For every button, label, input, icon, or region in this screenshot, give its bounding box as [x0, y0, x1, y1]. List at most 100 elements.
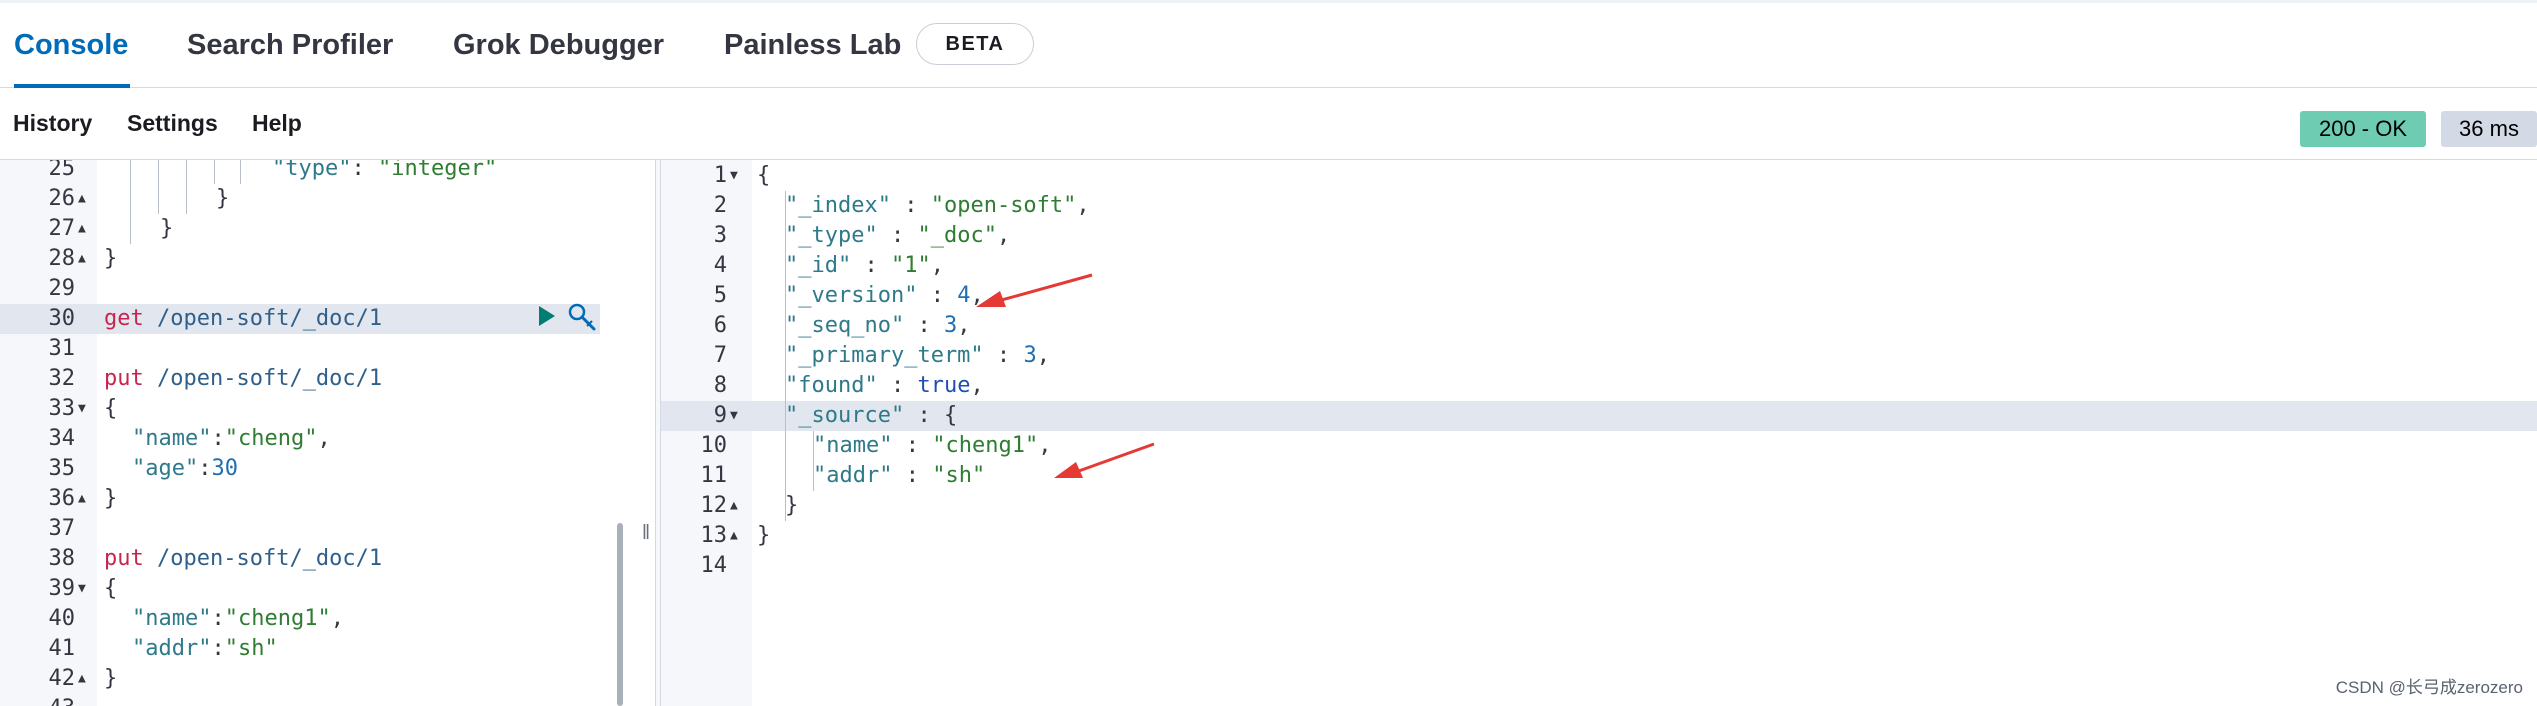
code-token: : — [904, 313, 944, 338]
code-line[interactable]: } — [757, 521, 770, 551]
settings-menu-item[interactable]: Settings — [127, 88, 218, 159]
line-number: 28 — [48, 246, 76, 271]
code-line[interactable]: { — [104, 574, 117, 604]
code-line[interactable]: "name":"cheng", — [132, 424, 331, 454]
fold-toggle-up-icon[interactable]: ▲ — [730, 521, 738, 551]
line-number: 1 — [713, 163, 727, 188]
fold-toggle-up-icon[interactable]: ▲ — [730, 491, 738, 521]
code-line[interactable]: "_seq_no" : 3, — [785, 311, 970, 341]
code-token: "sh" — [224, 636, 278, 661]
code-line[interactable]: { — [757, 161, 770, 191]
code-line[interactable]: } — [104, 244, 117, 274]
line-number: 32 — [48, 366, 76, 391]
code-token: } — [104, 666, 118, 691]
line-number: 30 — [48, 306, 76, 331]
code-token: 3 — [943, 313, 958, 338]
code-line[interactable]: "name" : "cheng1", — [813, 431, 1051, 461]
play-icon[interactable] — [537, 304, 557, 328]
tab-console[interactable]: Console — [14, 3, 131, 88]
request-scrollbar[interactable] — [617, 523, 623, 706]
watermark: CSDN @长弓成zerozero — [2335, 678, 2523, 697]
code-token: "name" — [813, 433, 893, 458]
code-token: "sh" — [932, 463, 986, 488]
fold-toggle-up-icon[interactable]: ▲ — [78, 214, 86, 244]
code-token: } — [104, 486, 118, 511]
code-line[interactable]: "_primary_term" : 3, — [785, 341, 1050, 371]
code-token: "_version" — [785, 283, 918, 308]
tab-bar: Console Search Profiler Grok Debugger Pa… — [0, 3, 2537, 88]
code-token: "_seq_no" — [785, 313, 905, 338]
line-number: 26 — [48, 186, 76, 211]
code-line[interactable]: "_index" : "open-soft", — [785, 191, 1090, 221]
code-token: { — [104, 396, 118, 421]
fold-toggle-up-icon[interactable]: ▲ — [78, 244, 86, 274]
code-line[interactable]: "type": "integer" — [272, 160, 497, 184]
code-line[interactable]: "_id" : "1", — [785, 251, 944, 281]
code-token: "cheng1" — [224, 606, 331, 631]
code-line[interactable]: "_source" : { — [785, 401, 957, 431]
code-line[interactable]: put /open-soft/_doc/1 — [104, 364, 382, 394]
code-token: "addr" — [132, 636, 212, 661]
fold-toggle-down-icon[interactable]: ▼ — [78, 574, 86, 604]
fold-toggle-down-icon[interactable]: ▼ — [730, 161, 738, 191]
line-number: 14 — [700, 553, 728, 578]
fold-toggle-up-icon[interactable]: ▲ — [78, 664, 86, 694]
code-line[interactable]: put /open-soft/_doc/1 — [104, 544, 382, 574]
code-line[interactable]: "_type" : "_doc", — [785, 221, 1010, 251]
code-token: } — [216, 186, 230, 211]
tab-search-profiler[interactable]: Search Profiler — [187, 3, 393, 87]
line-number: 38 — [48, 546, 76, 571]
annotation-arrow-version — [976, 273, 1093, 307]
code-line[interactable]: } — [104, 484, 117, 514]
annotation-arrow-source — [1054, 442, 1155, 478]
code-line[interactable]: "found" : true, — [785, 371, 984, 401]
code-token: "_id" — [785, 253, 852, 278]
indent-guide — [158, 160, 159, 214]
code-line[interactable]: "addr" : "sh" — [813, 461, 985, 491]
line-number: 40 — [48, 606, 76, 631]
code-token: 30 — [211, 456, 238, 481]
code-line[interactable]: get /open-soft/_doc/1 — [104, 304, 382, 334]
code-token: { — [104, 576, 118, 601]
code-token: "found" — [785, 373, 878, 398]
tab-grok-debugger[interactable]: Grok Debugger — [453, 3, 664, 87]
tab-painless-lab[interactable]: Painless Lab — [724, 3, 901, 87]
code-line[interactable]: } — [160, 214, 173, 244]
fold-toggle-down-icon[interactable]: ▼ — [730, 401, 738, 431]
code-token: "open-soft" — [930, 193, 1077, 218]
wrench-icon[interactable] — [567, 302, 597, 332]
code-token: , — [930, 253, 944, 278]
line-number: 10 — [700, 433, 728, 458]
line-number: 8 — [713, 373, 727, 398]
history-menu-item[interactable]: History — [13, 88, 92, 159]
code-line[interactable]: { — [104, 394, 117, 424]
code-token: } — [104, 246, 118, 271]
code-token: , — [1036, 343, 1050, 368]
help-menu-item[interactable]: Help — [252, 88, 302, 159]
code-line[interactable]: "name":"cheng1", — [132, 604, 344, 634]
code-token: "age" — [132, 456, 199, 481]
line-number: 43 — [0, 694, 76, 706]
line-number: 33 — [48, 396, 76, 421]
resize-handle-icon[interactable]: ‖ — [640, 523, 652, 543]
fold-toggle-up-icon[interactable]: ▲ — [78, 184, 86, 214]
code-token: : — [211, 426, 225, 451]
code-line[interactable]: "age":30 — [132, 454, 238, 484]
line-number: 6 — [713, 313, 727, 338]
fold-toggle-down-icon[interactable]: ▼ — [78, 394, 86, 424]
code-token: "_primary_term" — [785, 343, 984, 368]
request-editor[interactable]: 25 "type": "integer" 26 ▲} 27 ▲} 28 ▲} 29 30 get /… — [0, 160, 655, 706]
fold-toggle-up-icon[interactable]: ▲ — [78, 484, 86, 514]
code-token: : — [877, 223, 918, 248]
code-line[interactable]: } — [104, 664, 117, 694]
code-token: "cheng1" — [932, 433, 1039, 458]
code-token: "1" — [890, 253, 931, 278]
code-line[interactable]: } — [785, 491, 798, 521]
code-line[interactable]: } — [216, 184, 229, 214]
line-number: 39 — [48, 576, 76, 601]
code-line[interactable]: "_version" : 4, — [785, 281, 984, 311]
response-editor[interactable]: 1 ▼{2 "_index" : "open-soft", 3 "_type" : "_… — [661, 160, 2537, 706]
code-token: "name" — [132, 426, 212, 451]
code-token: : — [877, 373, 918, 398]
code-line[interactable]: "addr":"sh" — [132, 634, 278, 664]
